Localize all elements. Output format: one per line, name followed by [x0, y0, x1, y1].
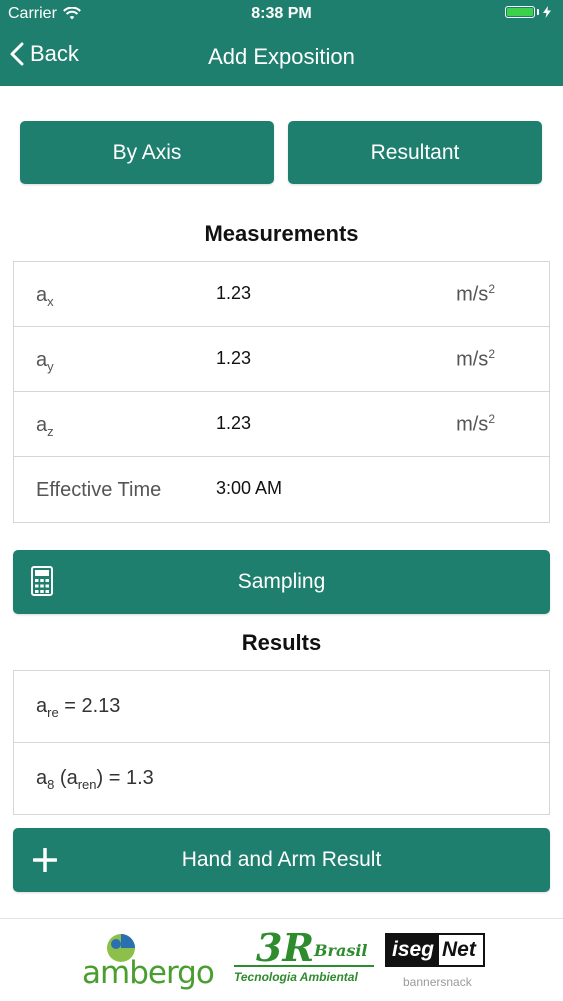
measurement-unit: m/s2 — [456, 412, 495, 436]
calculator-icon — [31, 566, 53, 596]
3r-tagline: Tecnologia Ambiental — [234, 970, 358, 984]
ambergo-logo: ambergo — [82, 927, 222, 997]
measurement-unit: m/s2 — [456, 347, 495, 371]
measurement-label: az — [36, 414, 54, 439]
iseg-net-logo: iseg Net bannersnack — [385, 933, 489, 997]
measurement-value: 1.23 — [216, 348, 252, 368]
result-row-are: are = 2.13 — [14, 671, 549, 743]
iseg-net-box: iseg Net — [385, 933, 485, 967]
navigation-bar: Back Add Exposition — [0, 28, 563, 86]
measurement-row-ax[interactable]: ax 1.23 m/s2 — [14, 262, 549, 327]
sampling-button[interactable]: Sampling — [13, 550, 550, 614]
page-title: Add Exposition — [208, 44, 355, 69]
ambergo-text: ambergo — [82, 955, 215, 991]
result-a8-text: a8 (aren) = 1.3 — [36, 767, 154, 792]
3r-underline — [234, 965, 374, 967]
measurements-table: ax 1.23 m/s2 ay 1.23 m/s2 az 1.23 m/s2 E… — [13, 261, 550, 523]
status-time: 8:38 PM — [251, 5, 312, 22]
results-title: Results — [241, 630, 322, 655]
effective-time-label: Effective Time — [36, 479, 162, 501]
tab-by-axis-label: By Axis — [112, 140, 182, 164]
measurement-value: 1.23 — [216, 283, 252, 303]
effective-time-value: 3:00 AM — [216, 478, 283, 498]
3r-text: 3R — [256, 925, 315, 970]
hand-arm-result-button[interactable]: Hand and Arm Result — [13, 828, 550, 892]
measurement-row-ay[interactable]: ay 1.23 m/s2 — [14, 327, 549, 392]
battery-tip — [537, 9, 539, 15]
measurement-row-az[interactable]: az 1.23 m/s2 — [14, 392, 549, 457]
brasil-text: Brasil — [314, 941, 368, 960]
tab-resultant[interactable]: Resultant — [288, 121, 542, 184]
status-bar: Carrier 8:38 PM — [0, 0, 563, 28]
footer-logos: ambergo 3R Brasil Tecnologia Ambiental i… — [0, 918, 563, 1001]
sampling-label: Sampling — [237, 570, 326, 593]
net-text: Net — [442, 938, 476, 961]
iseg-text: iseg — [387, 935, 439, 965]
measurement-row-effective-time[interactable]: Effective Time 3:00 AM — [14, 457, 549, 522]
measurement-label: ax — [36, 284, 54, 309]
status-right — [505, 6, 551, 18]
measurement-label: ay — [36, 349, 54, 374]
tab-resultant-label: Resultant — [370, 140, 460, 164]
measurements-title: Measurements — [204, 221, 359, 246]
result-row-a8: a8 (aren) = 1.3 — [14, 743, 549, 815]
plus-icon — [33, 848, 57, 872]
bolt-icon — [543, 6, 551, 18]
tab-by-axis[interactable]: By Axis — [20, 121, 274, 184]
measurement-unit: m/s2 — [456, 282, 495, 306]
battery-icon — [505, 6, 535, 18]
result-are-text: are = 2.13 — [36, 695, 121, 720]
bannersnack-credit: bannersnack — [403, 975, 472, 989]
measurement-value: 1.23 — [216, 413, 252, 433]
results-table: are = 2.13 a8 (aren) = 1.3 — [13, 670, 550, 815]
hand-arm-result-label: Hand and Arm Result — [181, 848, 382, 871]
3r-brasil-logo: 3R Brasil Tecnologia Ambiental — [232, 925, 380, 997]
